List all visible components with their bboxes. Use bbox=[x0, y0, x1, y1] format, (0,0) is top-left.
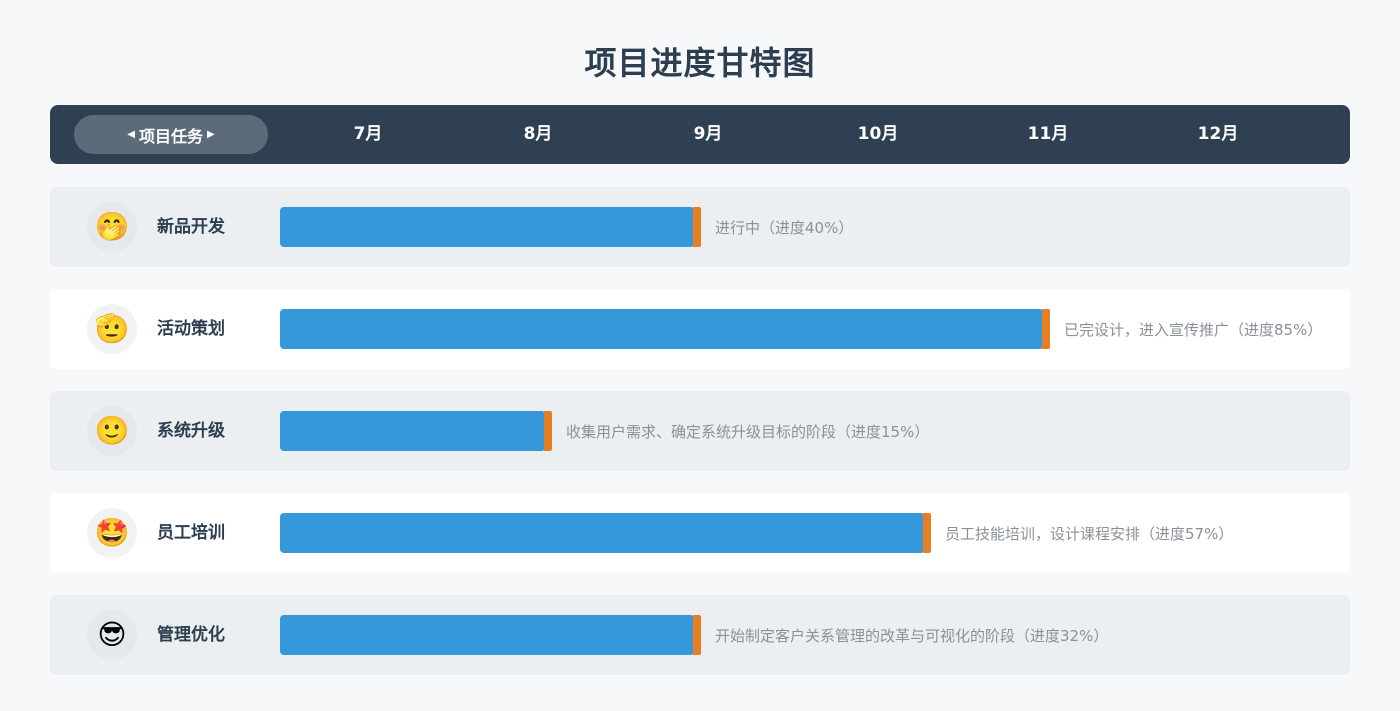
task-bar-end-marker bbox=[923, 513, 931, 553]
saluting-face-icon: 🫡 bbox=[87, 304, 137, 354]
task-bar-end-marker bbox=[544, 411, 552, 451]
caret-right-icon: ▶ bbox=[207, 129, 215, 140]
task-progress-bar[interactable] bbox=[280, 309, 1042, 349]
month-label: 11月 bbox=[1027, 124, 1069, 144]
task-column-toggle[interactable]: ◀ 项目任务 ▶ bbox=[74, 115, 268, 154]
task-row: 😎 管理优化 开始制定客户关系管理的改革与可视化的阶段（进度32%） bbox=[50, 595, 1350, 675]
task-name: 新品开发 bbox=[157, 217, 225, 237]
month-label: 10月 bbox=[857, 124, 899, 144]
task-row: 🙂 系统升级 收集用户需求、确定系统升级目标的阶段（进度15%） bbox=[50, 391, 1350, 471]
month-label: 7月 bbox=[353, 124, 383, 144]
task-progress-bar[interactable] bbox=[280, 411, 544, 451]
caret-left-icon: ◀ bbox=[127, 129, 135, 140]
month-label: 12月 bbox=[1197, 124, 1239, 144]
timeline-header: ◀ 项目任务 ▶ 7月 8月 9月 10月 11月 12月 bbox=[50, 105, 1350, 164]
smiling-face-icon: 🙂 bbox=[87, 406, 137, 456]
task-row: 🤭 新品开发 进行中（进度40%） bbox=[50, 187, 1350, 267]
task-row: 🤩 员工培训 员工技能培训，设计课程安排（进度57%） bbox=[50, 493, 1350, 573]
hand-over-mouth-face-icon: 🤭 bbox=[87, 202, 137, 252]
task-progress-bar[interactable] bbox=[280, 513, 923, 553]
gantt-page: 项目进度甘特图 ◀ 项目任务 ▶ 7月 8月 9月 10月 11月 12月 🤭 新品开发 进行… bbox=[0, 0, 1400, 711]
task-name: 员工培训 bbox=[157, 523, 225, 543]
month-label: 8月 bbox=[523, 124, 553, 144]
task-progress-bar[interactable] bbox=[280, 615, 693, 655]
page-title: 项目进度甘特图 bbox=[584, 44, 816, 82]
task-bar-end-marker bbox=[1042, 309, 1050, 349]
task-status-label: 员工技能培训，设计课程安排（进度57%） bbox=[945, 525, 1234, 543]
month-label: 9月 bbox=[693, 124, 723, 144]
task-bar-end-marker bbox=[693, 615, 701, 655]
task-status-label: 进行中（进度40%） bbox=[715, 219, 854, 237]
task-status-label: 收集用户需求、确定系统升级目标的阶段（进度15%） bbox=[566, 423, 930, 441]
task-column-label: 项目任务 bbox=[138, 126, 203, 146]
task-bar-end-marker bbox=[693, 207, 701, 247]
task-name: 管理优化 bbox=[157, 625, 225, 645]
task-status-label: 已完设计，进入宣传推广（进度85%） bbox=[1064, 321, 1323, 339]
task-progress-bar[interactable] bbox=[280, 207, 693, 247]
star-struck-face-icon: 🤩 bbox=[87, 508, 137, 558]
task-name: 系统升级 bbox=[157, 421, 225, 441]
sunglasses-face-icon: 😎 bbox=[87, 610, 137, 660]
task-row: 🫡 活动策划 已完设计，进入宣传推广（进度85%） bbox=[50, 289, 1350, 369]
task-status-label: 开始制定客户关系管理的改革与可视化的阶段（进度32%） bbox=[715, 627, 1109, 645]
task-name: 活动策划 bbox=[157, 319, 225, 339]
